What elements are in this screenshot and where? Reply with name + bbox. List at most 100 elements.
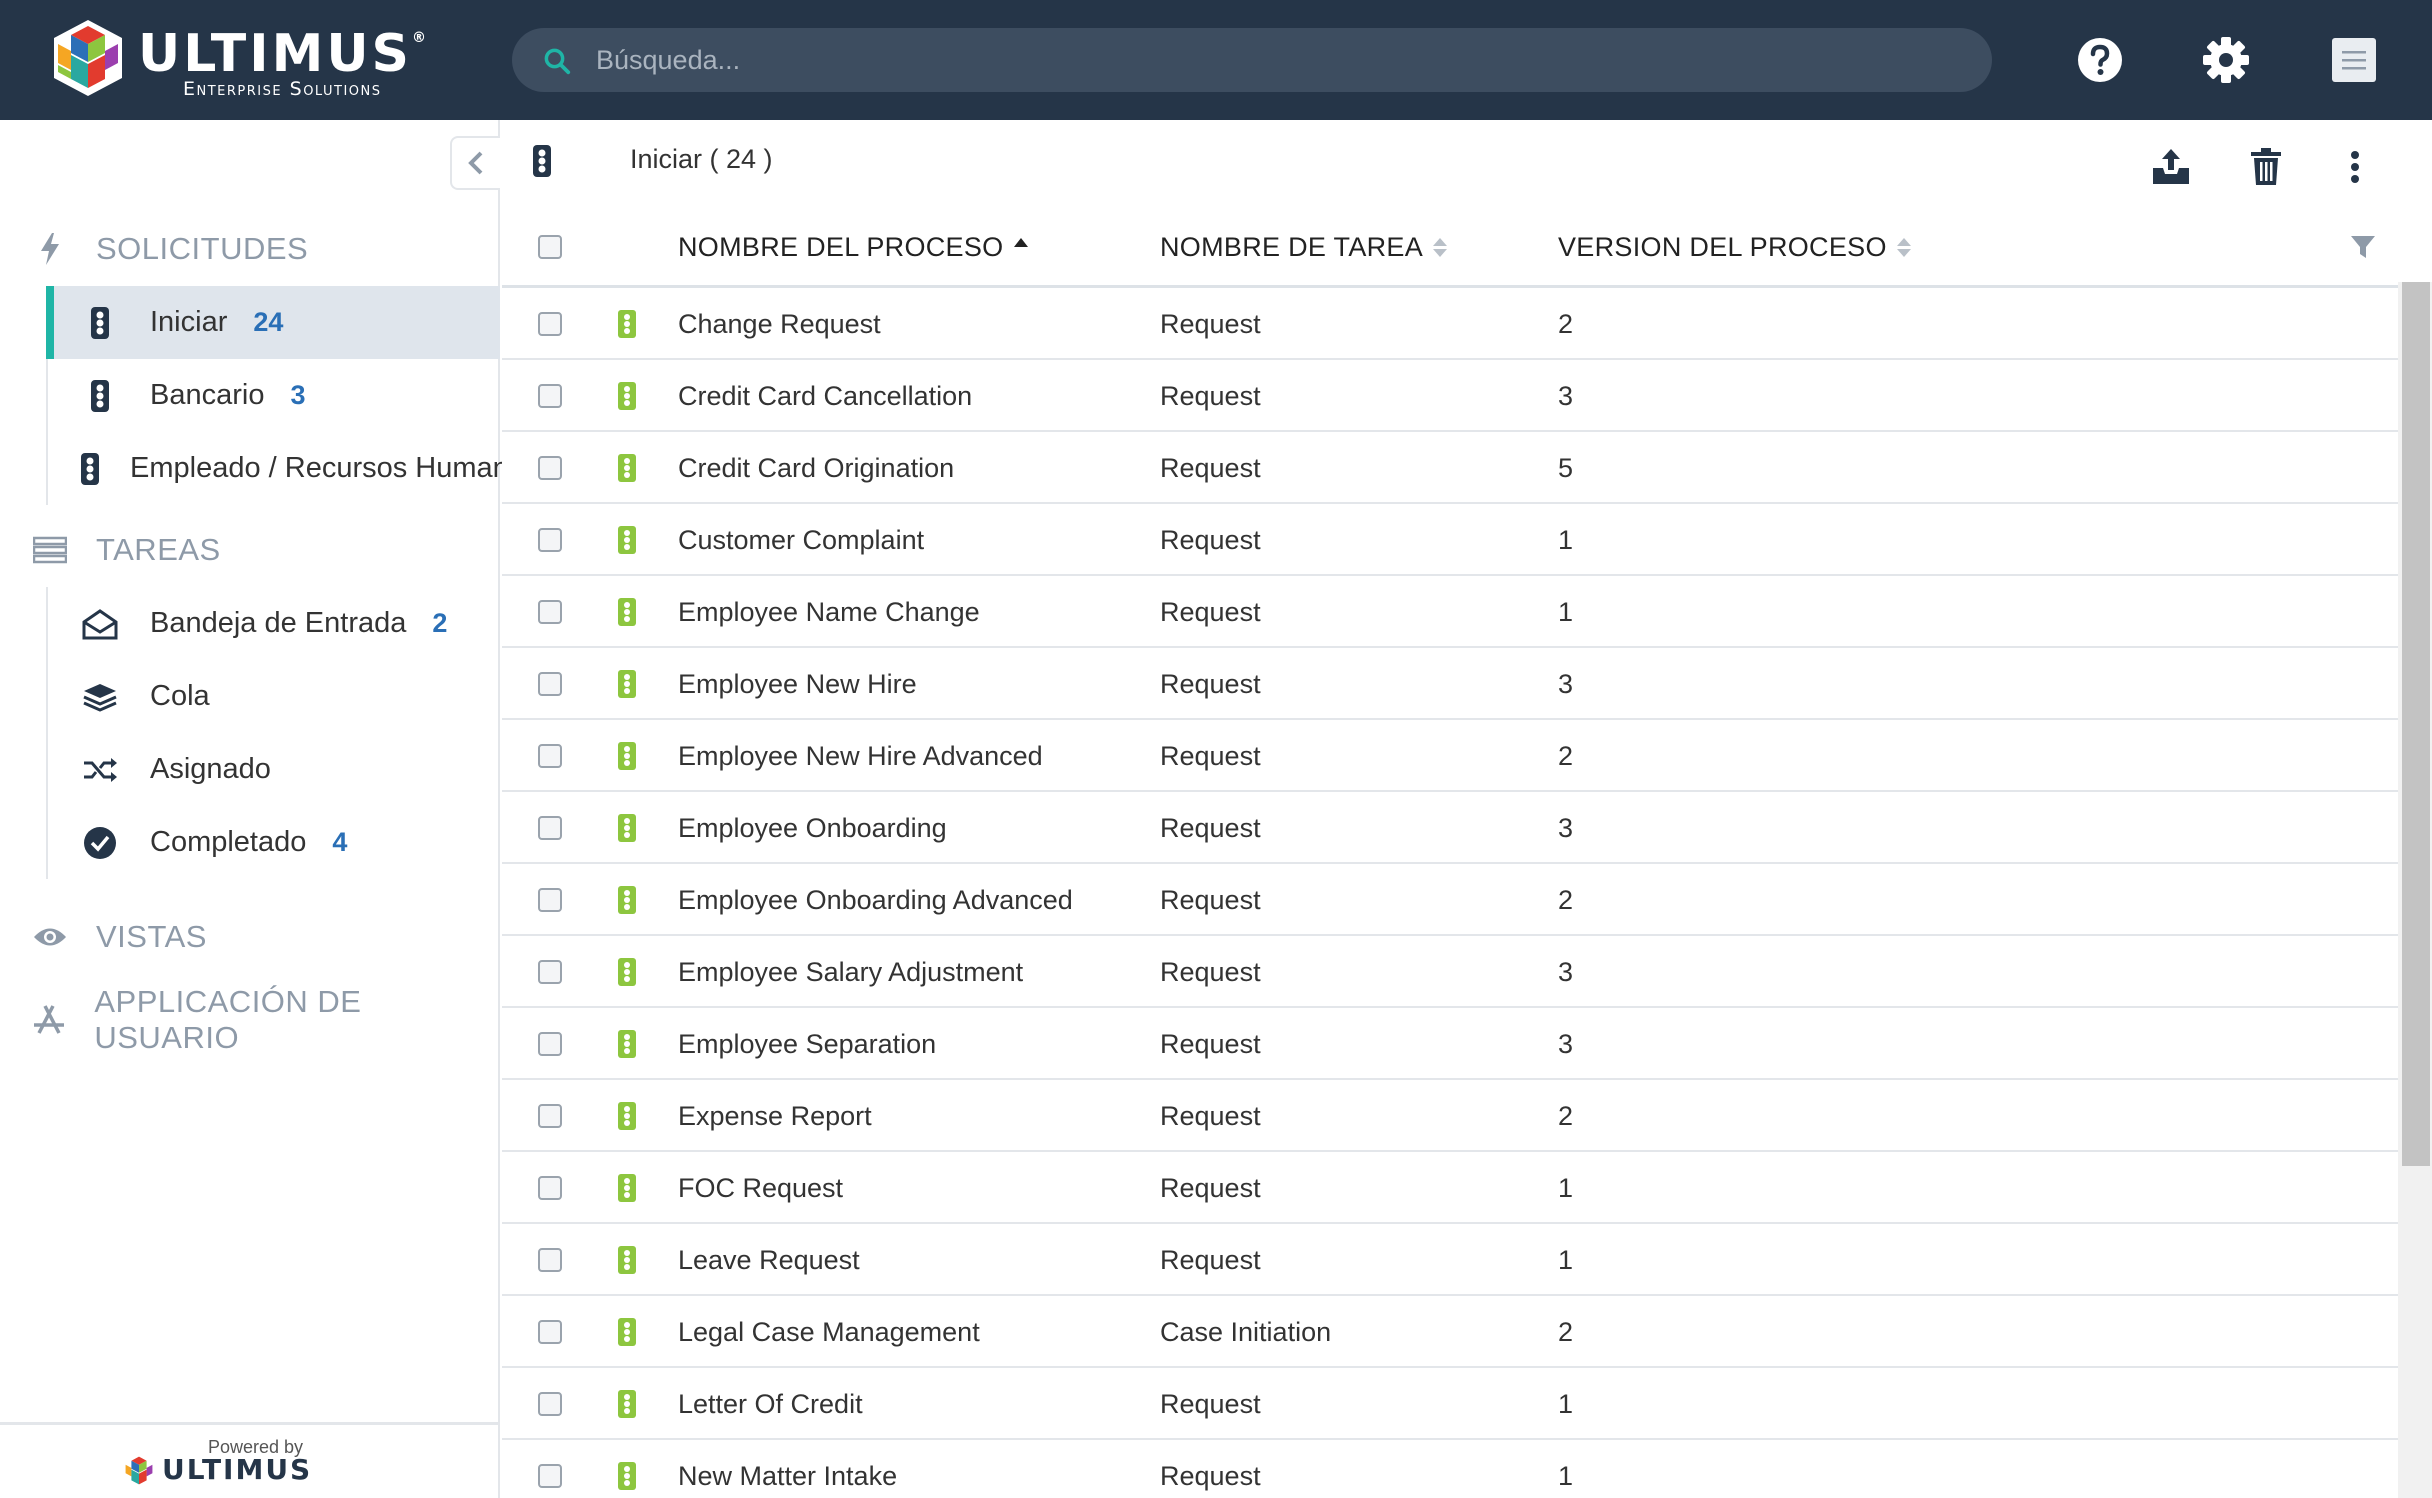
table-row[interactable]: Leave Request Request 1 (502, 1224, 2398, 1296)
sort-icon (1896, 237, 1911, 257)
row-checkbox[interactable] (538, 1176, 562, 1200)
task-name-cell: Request (1160, 524, 1261, 555)
menu-icon[interactable] (2324, 30, 2384, 90)
process-name-cell[interactable]: Customer Complaint (678, 504, 924, 576)
process-name-cell[interactable]: Employee New Hire Advanced (678, 720, 1043, 792)
process-version-cell: 3 (1558, 668, 1574, 699)
process-version-cell: 3 (1558, 956, 1574, 987)
process-name-cell[interactable]: Letter Of Credit (678, 1368, 863, 1440)
process-version-cell: 1 (1558, 524, 1574, 555)
row-select-cell (538, 576, 562, 648)
row-checkbox[interactable] (538, 888, 562, 912)
process-name-cell[interactable]: Legal Case Management (678, 1296, 980, 1368)
search-input[interactable] (596, 28, 1956, 92)
row-select-cell (538, 1224, 562, 1296)
process-name-cell[interactable]: Employee Separation (678, 1008, 936, 1080)
table-row[interactable]: Credit Card Cancellation Request 3 (502, 360, 2398, 432)
sidebar-item-bandeja-de-entrada[interactable]: Bandeja de Entrada 2 (48, 587, 502, 660)
collapse-sidebar-button[interactable] (450, 136, 500, 190)
row-checkbox[interactable] (538, 1032, 562, 1056)
process-name-cell[interactable]: Employee Onboarding Advanced (678, 864, 1073, 936)
row-checkbox[interactable] (538, 456, 562, 480)
section-aplicacion-de-usuario[interactable]: APPLICACIÓN DE USUARIO (30, 984, 498, 1055)
brand-tagline: Enterprise Solutions (183, 78, 382, 100)
row-checkbox[interactable] (538, 384, 562, 408)
row-checkbox[interactable] (538, 960, 562, 984)
sidebar: SOLICITUDES Iniciar 24 Bancario 3 Emplea… (0, 120, 502, 1498)
sidebar-item-cola[interactable]: Cola (48, 660, 502, 733)
column-header-version-del-proceso[interactable]: VERSION DEL PROCESO (1558, 206, 1911, 288)
row-checkbox[interactable] (538, 1248, 562, 1272)
search-bar[interactable] (512, 28, 1992, 92)
table-row[interactable]: Expense Report Request 2 (502, 1080, 2398, 1152)
row-checkbox[interactable] (538, 600, 562, 624)
table-row[interactable]: Credit Card Origination Request 5 (502, 432, 2398, 504)
process-name-cell[interactable]: Leave Request (678, 1224, 860, 1296)
task-name-cell: Request (1160, 1460, 1261, 1491)
table-row[interactable]: Employee Onboarding Advanced Request 2 (502, 864, 2398, 936)
row-checkbox[interactable] (538, 1104, 562, 1128)
table-row[interactable]: Employee New Hire Request 3 (502, 648, 2398, 720)
task-name-cell: Request (1160, 1388, 1261, 1419)
process-name-cell[interactable]: FOC Request (678, 1152, 843, 1224)
sidebar-item-bancario[interactable]: Bancario 3 (48, 359, 502, 432)
table-row[interactable]: Employee Salary Adjustment Request 3 (502, 936, 2398, 1008)
section-title: SOLICITUDES (96, 231, 309, 266)
help-icon[interactable] (2070, 30, 2130, 90)
scrollbar-thumb[interactable] (2402, 282, 2430, 1166)
table-row[interactable]: FOC Request Request 1 (502, 1152, 2398, 1224)
section-tareas[interactable]: TAREAS (30, 525, 221, 575)
gear-icon[interactable] (2196, 30, 2256, 90)
process-name-cell[interactable]: Employee Name Change (678, 576, 980, 648)
ultimus-logo[interactable]: ULTIMUS® Enterprise Solutions (50, 18, 426, 102)
table-row[interactable]: Change Request Request 2 (502, 288, 2398, 360)
vertical-scrollbar[interactable] (2398, 282, 2432, 1498)
process-status-icon (618, 432, 636, 504)
column-header-nombre-de-tarea[interactable]: NOMBRE DE TAREA (1160, 206, 1448, 288)
sidebar-item-iniciar[interactable]: Iniciar 24 (46, 286, 500, 359)
more-options-button[interactable] (2328, 140, 2382, 194)
delete-button[interactable] (2239, 140, 2293, 194)
process-name-cell[interactable]: Expense Report (678, 1080, 872, 1152)
row-checkbox[interactable] (538, 528, 562, 552)
export-button[interactable] (2144, 140, 2198, 194)
table-row[interactable]: Employee Separation Request 3 (502, 1008, 2398, 1080)
process-name-cell[interactable]: Employee New Hire (678, 648, 917, 720)
sidebar-item-empleado-recursos-humanos[interactable]: Empleado / Recursos Humanos (48, 432, 502, 505)
row-checkbox[interactable] (538, 672, 562, 696)
process-name-cell[interactable]: Credit Card Origination (678, 432, 954, 504)
row-select-cell (538, 936, 562, 1008)
row-checkbox[interactable] (538, 312, 562, 336)
row-checkbox[interactable] (538, 816, 562, 840)
row-checkbox[interactable] (538, 1320, 562, 1344)
section-title: TAREAS (96, 532, 221, 567)
sidebar-item-completado[interactable]: Completado 4 (48, 806, 502, 879)
grid-header: NOMBRE DEL PROCESO NOMBRE DE TAREA VERSI… (502, 206, 2432, 288)
process-name-cell[interactable]: Employee Onboarding (678, 792, 947, 864)
envelope-open-icon (80, 604, 120, 644)
table-row[interactable]: New Matter Intake Request 1 (502, 1440, 2398, 1498)
section-title: APPLICACIÓN DE USUARIO (94, 984, 362, 1055)
row-checkbox[interactable] (538, 1392, 562, 1416)
column-header-nombre-del-proceso[interactable]: NOMBRE DEL PROCESO (678, 206, 1029, 288)
table-row[interactable]: Employee Name Change Request 1 (502, 576, 2398, 648)
process-name-cell[interactable]: Change Request (678, 288, 881, 360)
task-name-cell: Request (1160, 452, 1261, 483)
table-row[interactable]: Employee New Hire Advanced Request 2 (502, 720, 2398, 792)
process-name-cell[interactable]: Credit Card Cancellation (678, 360, 972, 432)
process-name-cell[interactable]: Employee Salary Adjustment (678, 936, 1023, 1008)
process-version-cell: 1 (1558, 1172, 1574, 1203)
table-row[interactable]: Letter Of Credit Request 1 (502, 1368, 2398, 1440)
process-name-cell[interactable]: New Matter Intake (678, 1440, 897, 1498)
select-all-checkbox[interactable] (538, 235, 562, 259)
table-row[interactable]: Customer Complaint Request 1 (502, 504, 2398, 576)
filter-button[interactable] (2350, 206, 2376, 288)
row-checkbox[interactable] (538, 744, 562, 768)
table-row[interactable]: Employee Onboarding Request 3 (502, 792, 2398, 864)
sidebar-item-asignado[interactable]: Asignado (48, 733, 502, 806)
section-vistas[interactable]: VISTAS (30, 912, 207, 962)
task-name-cell: Request (1160, 1244, 1261, 1275)
section-solicitudes[interactable]: SOLICITUDES (30, 224, 308, 274)
table-row[interactable]: Legal Case Management Case Initiation 2 (502, 1296, 2398, 1368)
row-checkbox[interactable] (538, 1464, 562, 1488)
